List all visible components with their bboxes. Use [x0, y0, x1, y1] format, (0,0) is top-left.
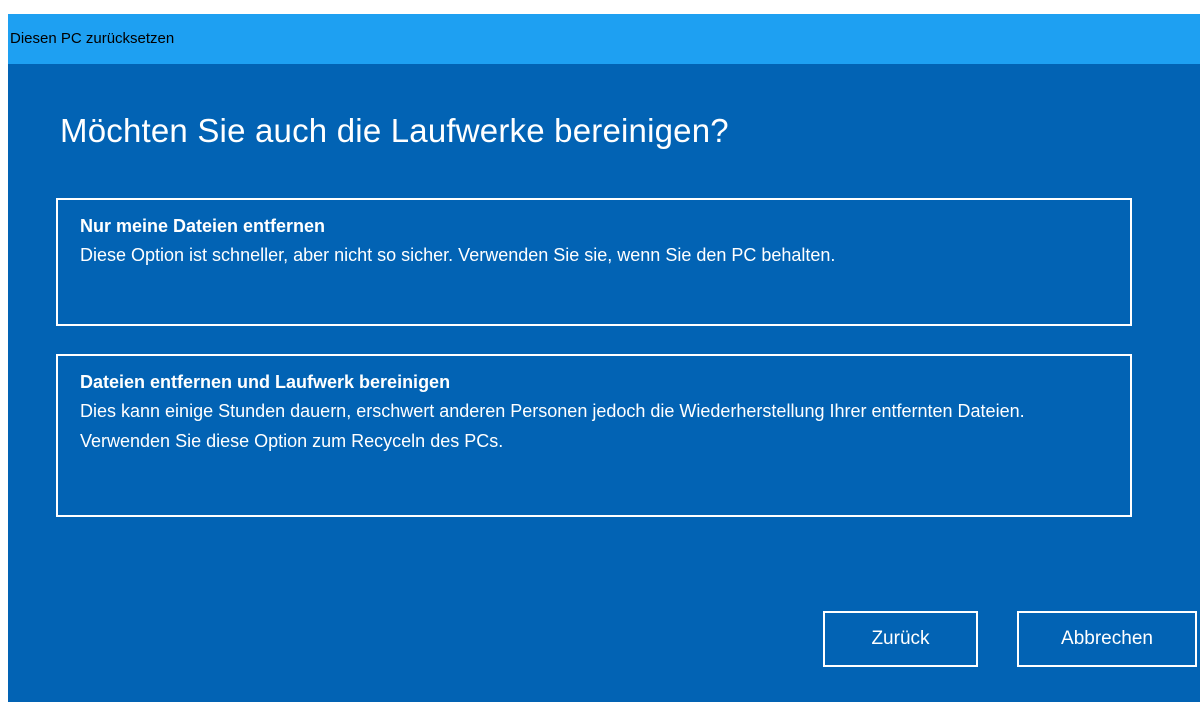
reset-pc-window: Diesen PC zurücksetzen Möchten Sie auch …: [8, 14, 1200, 702]
option-remove-files-only[interactable]: Nur meine Dateien entfernen Diese Option…: [56, 198, 1132, 326]
option-description: Dies kann einige Stunden dauern, erschwe…: [80, 401, 1025, 451]
page-heading: Möchten Sie auch die Laufwerke bereinige…: [60, 112, 729, 149]
option-title: Dateien entfernen und Laufwerk bereinige…: [80, 372, 451, 392]
title-bar[interactable]: Diesen PC zurücksetzen: [8, 14, 1200, 64]
option-description: Diese Option ist schneller, aber nicht s…: [80, 245, 836, 265]
back-button[interactable]: Zurück: [823, 611, 978, 667]
option-title: Nur meine Dateien entfernen: [80, 216, 326, 236]
window-title: Diesen PC zurücksetzen: [10, 30, 175, 47]
cancel-button[interactable]: Abbrechen: [1017, 611, 1197, 667]
option-remove-files-and-clean-drive[interactable]: Dateien entfernen und Laufwerk bereinige…: [56, 354, 1132, 517]
